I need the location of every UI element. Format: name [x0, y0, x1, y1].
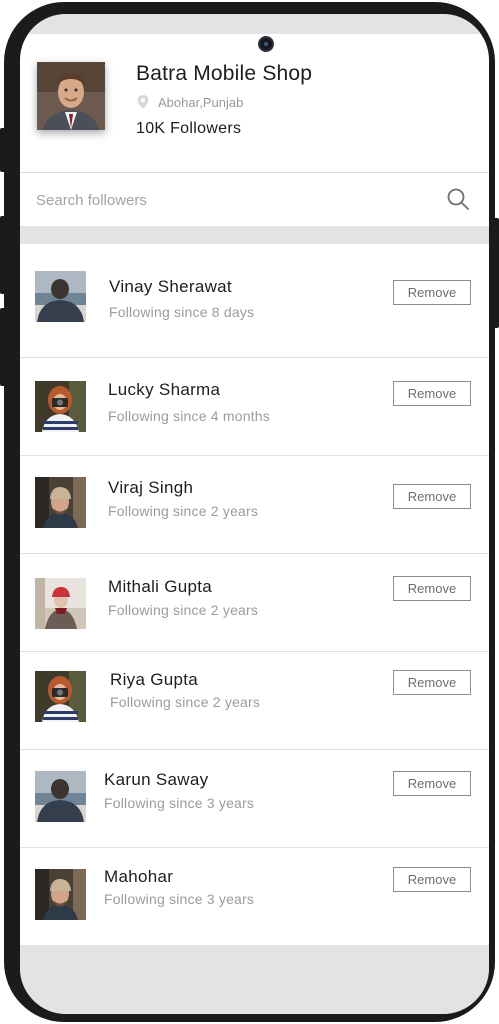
phone-screen: Batra Mobile Shop Abohar,Punjab 10K Foll… — [20, 14, 489, 1014]
avatar — [35, 477, 86, 528]
follow-duration: Following since 2 years — [108, 602, 259, 618]
search-bar — [20, 173, 489, 226]
status-strip — [20, 14, 489, 34]
location-line: Abohar,Punjab — [136, 94, 243, 110]
search-icon[interactable] — [446, 187, 470, 211]
follow-duration: Following since 3 years — [104, 795, 255, 811]
follow-duration: Following since 2 years — [108, 503, 259, 519]
follow-duration: Following since 4 months — [108, 408, 270, 424]
follower-row: Lucky Sharma Following since 4 months Re… — [20, 358, 489, 456]
follower-row: Vinay Sherawat Following since 8 days Re… — [20, 244, 489, 358]
follow-duration: Following since 8 days — [109, 304, 255, 320]
shop-name: Batra Mobile Shop — [136, 62, 313, 85]
phone-frame: Batra Mobile Shop Abohar,Punjab 10K Foll… — [0, 2, 499, 1022]
side-button-left-top — [0, 128, 6, 172]
remove-button[interactable]: Remove — [393, 771, 471, 796]
side-button-left-bottom — [0, 308, 6, 386]
remove-button[interactable]: Remove — [393, 670, 471, 695]
follower-name: Vinay Sherawat — [109, 277, 232, 296]
side-button-right — [493, 218, 499, 328]
bottom-band — [20, 945, 489, 1014]
follower-name: Karun Saway — [104, 770, 209, 789]
remove-button[interactable]: Remove — [393, 576, 471, 601]
follower-name: Viraj Singh — [108, 478, 194, 497]
follower-row: Riya Gupta Following since 2 years Remov… — [20, 652, 489, 750]
follower-name: Lucky Sharma — [108, 380, 221, 399]
remove-button[interactable]: Remove — [393, 280, 471, 305]
avatar — [35, 578, 86, 629]
avatar — [35, 381, 86, 432]
profile-header: Batra Mobile Shop Abohar,Punjab 10K Foll… — [20, 34, 489, 172]
followers-count: 10K Followers — [136, 120, 242, 137]
search-input[interactable] — [36, 183, 416, 217]
avatar — [35, 271, 86, 322]
follower-name: Mahohar — [104, 867, 174, 886]
follower-name: Riya Gupta — [110, 670, 199, 689]
follower-row: Mithali Gupta Following since 2 years Re… — [20, 554, 489, 652]
remove-button[interactable]: Remove — [393, 381, 471, 406]
follower-name: Mithali Gupta — [108, 577, 213, 596]
profile-photo — [37, 62, 105, 130]
location-text: Abohar,Punjab — [158, 94, 244, 110]
follow-duration: Following since 3 years — [104, 891, 255, 907]
follower-row: Mahohar Following since 3 years Remove — [20, 848, 489, 946]
location-pin-icon — [137, 95, 149, 109]
followers-list: Vinay Sherawat Following since 8 days Re… — [20, 244, 489, 946]
follower-row: Karun Saway Following since 3 years Remo… — [20, 750, 489, 848]
follower-row: Viraj Singh Following since 2 years Remo… — [20, 456, 489, 554]
avatar — [35, 771, 86, 822]
separator-band — [20, 226, 489, 244]
avatar — [35, 869, 86, 920]
side-button-left-middle — [0, 216, 6, 294]
avatar — [35, 671, 86, 722]
remove-button[interactable]: Remove — [393, 867, 471, 892]
remove-button[interactable]: Remove — [393, 484, 471, 509]
follow-duration: Following since 2 years — [110, 694, 261, 710]
